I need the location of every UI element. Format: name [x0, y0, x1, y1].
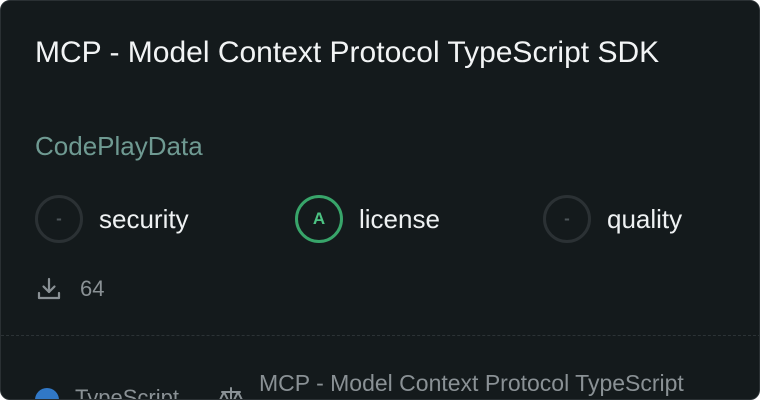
footer-description: MCP - Model Context Protocol TypeScript: [259, 370, 684, 396]
license-score[interactable]: A license: [295, 195, 440, 243]
quality-score[interactable]: - quality: [543, 195, 682, 243]
license-grade-badge: A: [295, 195, 343, 243]
card-divider: [1, 335, 759, 336]
card-title[interactable]: MCP - Model Context Protocol TypeScript …: [35, 33, 725, 73]
security-grade-badge: -: [35, 195, 83, 243]
language-color-dot: [35, 388, 59, 399]
language-name: TypeScript: [75, 385, 179, 400]
security-label: security: [99, 203, 189, 234]
downloads-count: 64: [80, 276, 105, 301]
security-score[interactable]: - security: [35, 195, 189, 243]
downloads-stat: 64: [35, 273, 104, 305]
license-label: license: [359, 203, 440, 234]
author-name[interactable]: CodePlayData: [35, 129, 203, 163]
download-icon: [35, 275, 63, 303]
server-card[interactable]: MCP - Model Context Protocol TypeScript …: [0, 0, 760, 400]
card-footer: TypeScript MCP - Model Context Protocol …: [35, 367, 759, 400]
quality-grade-badge: -: [543, 195, 591, 243]
scale-icon: [217, 385, 245, 399]
quality-label: quality: [607, 203, 683, 234]
